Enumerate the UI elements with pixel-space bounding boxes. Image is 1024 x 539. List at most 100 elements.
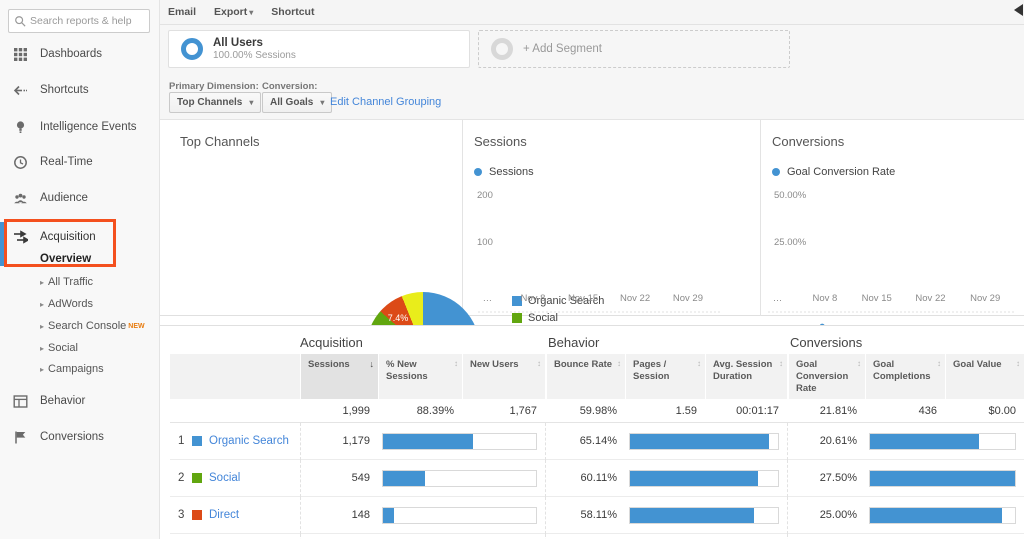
pie-panel-title: Top Channels [180,134,260,149]
bounce-rate-value: 58.11% [545,497,625,534]
conversion-dropdown[interactable]: All Goals▾ [262,92,332,113]
sidebar-label-audience: Audience [40,192,88,204]
column-header-new-users[interactable]: New Users ↕ [462,354,545,399]
row-rank: 3 [178,509,190,521]
group-conversions: Conversions [790,335,862,350]
column-header-label: New Users [470,359,519,370]
bar-track [629,433,779,450]
column-header-goal-value[interactable]: Goal Value↕ [945,354,1024,399]
sidebar-item-adwords[interactable]: ▸ AdWords [40,296,93,312]
sidebar-label-all-traffic: All Traffic [48,276,93,288]
sort-icon: ↕ [1016,359,1020,369]
search-icon [14,15,26,27]
sessions-panel-title: Sessions [474,134,527,149]
acquisition-arrows-icon [13,230,28,245]
conversion-label: Conversion: [262,81,317,92]
search-input[interactable] [30,15,142,27]
table-row-social: 2Social54960.11%27.50% [170,460,1024,497]
x-axis-tick-label: Nov 15 [568,293,598,304]
conversions-panel-title: Conversions [772,134,844,149]
channel-link[interactable]: Social [209,472,240,484]
table-body: 1Organic Search1,17965.14%20.61%2Social5… [170,423,1024,539]
chevron-right-icon: ▸ [40,300,44,309]
sidebar-item-conversions[interactable]: Conversions [0,427,160,447]
sidebar-item-audience[interactable]: Audience [0,188,160,208]
collapse-panel-arrow-icon[interactable] [1014,4,1023,16]
sessions-legend: Sessions [474,166,534,178]
goal-bar-cell [865,470,1024,487]
flag-icon [13,430,28,445]
segment-bar: All Users 100.00% Sessions + Add Segment [160,25,1024,75]
totals-value: 1.59 [625,399,705,422]
goal-conversion-bar [870,471,1015,486]
x-axis-tick-label: Nov 29 [970,293,1000,304]
sessions-bar [383,471,425,486]
column-header-goal-completions[interactable]: Goal Completions ↕ [865,354,945,399]
column-header-label: Avg. Session Duration [713,359,772,382]
chevron-right-icon: ▸ [40,322,44,331]
sort-icon: ↕ [617,359,621,369]
goal-conversion-value: 25.00% [787,497,865,534]
column-header-pages-session[interactable]: Pages / Session↕ [625,354,705,399]
x-axis-tick-label: Nov 22 [915,293,945,304]
channel-color-swatch [192,436,202,446]
people-icon [13,191,28,206]
totals-value: 436 [865,399,945,422]
email-button[interactable]: Email [168,6,196,18]
sidebar-item-dashboards[interactable]: Dashboards [0,44,160,64]
column-header-bounce-rate[interactable]: Bounce Rate ↕ [545,354,625,399]
column-header-label: Pages / Session [633,359,669,382]
sidebar-item-campaigns[interactable]: ▸ Campaigns [40,361,104,377]
sidebar-item-search-console[interactable]: ▸ Search Console NEW [40,318,145,334]
row-rank: 1 [178,435,190,447]
panel-divider [760,120,761,316]
sidebar-item-intelligence-events[interactable]: Intelligence Events [0,117,160,137]
segment-all-users[interactable]: All Users 100.00% Sessions [168,30,470,68]
primary-dimension-dropdown[interactable]: Top Channels▾ [169,92,261,113]
shortcuts-arrow-icon [13,83,28,98]
x-axis-tick-label: Nov 29 [673,293,703,304]
sort-icon: ↕ [937,359,941,369]
sessions-bar [383,434,473,449]
sidebar-item-real-time[interactable]: Real-Time [0,152,160,172]
totals-value: 59.98% [545,399,625,422]
column-header-avg-session-duration[interactable]: Avg. Session Duration↕ [705,354,787,399]
channel-link[interactable]: Organic Search [209,435,289,447]
y-axis-tick: 25.00% [774,237,806,248]
sessions-value: 1,179 [300,423,378,460]
chevron-down-icon: ▾ [320,98,324,107]
conversions-x-axis: …Nov 8Nov 15Nov 22Nov 29 [768,293,1008,305]
sort-icon: ↕ [537,359,541,369]
chevron-right-icon: ▸ [40,344,44,353]
x-axis-tick-label: Nov 8 [521,293,546,304]
sidebar-item-overview[interactable]: Overview [40,251,91,267]
export-button[interactable]: Export▾ [214,6,253,18]
segment-donut-icon [181,38,203,60]
lightbulb-icon [13,120,28,135]
header-cell-empty [170,354,300,399]
sort-icon: ↕ [857,359,861,369]
column-header-sessions[interactable]: Sessions↓ [300,354,378,399]
column-header-label: Goal Completions [873,359,931,382]
column-header--new-sessions[interactable]: % New Sessions↕ [378,354,462,399]
sidebar-item-acquisition[interactable]: Acquisition [0,227,160,247]
sidebar-item-shortcuts[interactable]: Shortcuts [0,80,160,100]
bar-track [382,433,537,450]
channel-link[interactable]: Direct [209,509,239,521]
sidebar-item-behavior[interactable]: Behavior [0,391,160,411]
column-header-label: Bounce Rate [554,359,612,370]
x-axis-tick-label: Nov 22 [620,293,650,304]
report-toolbar: Email Export▾ Shortcut [160,0,1024,25]
sidebar-item-social[interactable]: ▸ Social [40,340,78,356]
column-header-goal-conversion-rate[interactable]: Goal Conversion Rate↕ [787,354,865,399]
sidebar-label-realtime: Real-Time [40,156,93,168]
sidebar-label-behavior: Behavior [40,395,85,407]
sidebar-label-conversions: Conversions [40,431,104,443]
add-segment-button[interactable]: + Add Segment [478,30,790,68]
chevron-right-icon: ▸ [40,278,44,287]
shortcut-button[interactable]: Shortcut [271,6,314,18]
sidebar-item-all-traffic[interactable]: ▸ All Traffic [40,274,93,290]
edit-channel-grouping-link[interactable]: Edit Channel Grouping [330,96,441,108]
search-box[interactable] [8,9,150,33]
goal-conversion-value: 20.61% [787,423,865,460]
